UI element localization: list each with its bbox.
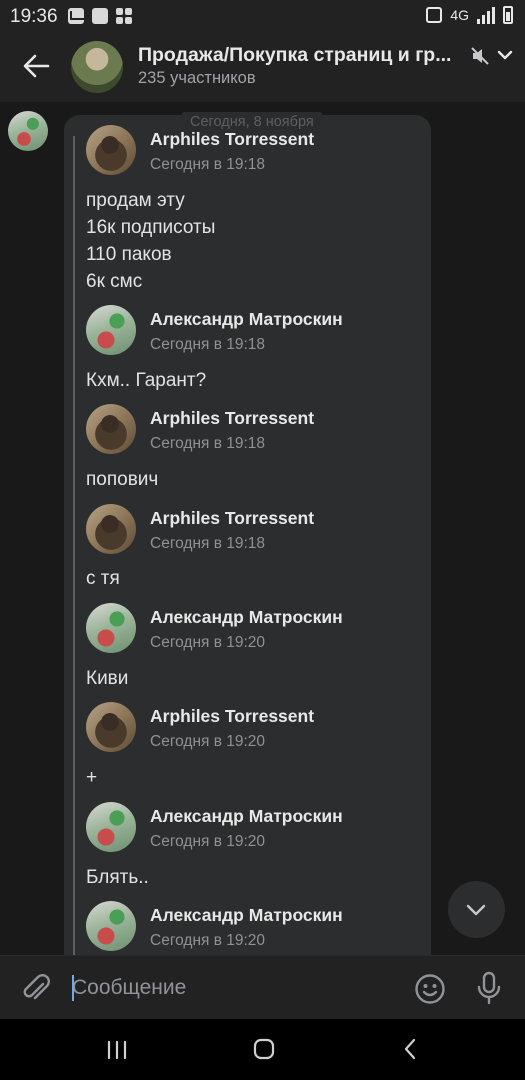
message-time: Сегодня в 19:18 bbox=[150, 156, 266, 173]
message-time: Сегодня в 19:18 bbox=[150, 435, 266, 452]
scroll-down-button[interactable] bbox=[448, 881, 505, 938]
message-feed[interactable]: Сегодня, 8 ноября Arphiles Torressent Се… bbox=[0, 102, 525, 955]
forward-bar bbox=[73, 136, 75, 955]
sender-avatar[interactable] bbox=[8, 111, 48, 151]
author-name[interactable]: Arphiles Torressent bbox=[150, 508, 314, 529]
author-name[interactable]: Arphiles Torressent bbox=[150, 706, 314, 727]
battery-icon bbox=[503, 6, 513, 24]
message-text: 16к подписоты bbox=[86, 217, 216, 238]
vibrate-mute-icon bbox=[426, 7, 443, 23]
forwarded-header: Arphiles Torressent Сегодня в 19:18 bbox=[86, 404, 426, 454]
mail-icon bbox=[68, 8, 84, 24]
microphone-icon[interactable] bbox=[476, 971, 502, 1005]
author-avatar[interactable] bbox=[86, 125, 136, 175]
apps-icon bbox=[116, 8, 132, 24]
author-avatar[interactable] bbox=[86, 404, 136, 454]
emoji-icon[interactable] bbox=[414, 973, 446, 1005]
forwarded-header: Александр Матроскин Сегодня в 19:20 bbox=[86, 802, 426, 852]
message-time: Сегодня в 19:20 bbox=[150, 833, 266, 850]
recent-apps-icon[interactable] bbox=[106, 1040, 128, 1060]
text-caret bbox=[72, 975, 74, 1001]
chat-title[interactable]: Продажа/Покупка страниц и гр... bbox=[138, 44, 451, 67]
author-name[interactable]: Александр Матроскин bbox=[150, 607, 343, 628]
message-time: Сегодня в 19:20 bbox=[150, 733, 266, 750]
author-avatar[interactable] bbox=[86, 802, 136, 852]
forwarded-header: Arphiles Torressent Сегодня в 19:20 bbox=[86, 702, 426, 752]
home-icon[interactable] bbox=[253, 1038, 275, 1060]
check-icon bbox=[92, 8, 108, 24]
message-time: Сегодня в 19:20 bbox=[150, 932, 266, 949]
message-text: попович bbox=[86, 469, 159, 490]
author-name[interactable]: Arphiles Torressent bbox=[150, 129, 314, 150]
forwarded-header: Александр Матроскин Сегодня в 19:20 bbox=[86, 603, 426, 653]
system-icons: 4G bbox=[426, 6, 513, 24]
message-text: Блять.. bbox=[86, 867, 149, 888]
author-avatar[interactable] bbox=[86, 305, 136, 355]
message-text: Киви bbox=[86, 668, 129, 689]
author-avatar[interactable] bbox=[86, 901, 136, 951]
paperclip-icon[interactable] bbox=[22, 974, 50, 1004]
back-arrow-icon[interactable] bbox=[22, 54, 50, 78]
chevron-down-icon bbox=[466, 904, 486, 916]
muted-speaker-icon bbox=[471, 47, 489, 65]
signal-icon bbox=[477, 6, 495, 24]
chat-header: Продажа/Покупка страниц и гр... 235 учас… bbox=[0, 32, 525, 102]
message-time: Сегодня в 19:18 bbox=[150, 336, 266, 353]
author-avatar[interactable] bbox=[86, 603, 136, 653]
forwarded-header: Arphiles Torressent Сегодня в 19:18 bbox=[86, 504, 426, 554]
status-time: 19:36 bbox=[10, 6, 58, 27]
message-composer bbox=[0, 955, 525, 1019]
author-name[interactable]: Александр Матроскин bbox=[150, 806, 343, 827]
chat-member-count: 235 участников bbox=[138, 69, 256, 87]
message-text: + bbox=[86, 767, 98, 788]
chevron-down-icon[interactable] bbox=[496, 46, 514, 64]
author-name[interactable]: Александр Матроскин bbox=[150, 905, 343, 926]
network-type: 4G bbox=[450, 7, 469, 23]
forwarded-header: Arphiles Torressent Сегодня в 19:18 bbox=[86, 125, 426, 175]
forwarded-header: Александр Матроскин Сегодня в 19:18 bbox=[86, 305, 426, 355]
message-text: продам эту bbox=[86, 190, 185, 211]
notification-icons bbox=[68, 8, 132, 24]
message-text: 6к смс bbox=[86, 271, 143, 292]
forwarded-header: Александр Матроскин Сегодня в 19:20 bbox=[86, 901, 426, 951]
author-name[interactable]: Александр Матроскин bbox=[150, 309, 343, 330]
author-avatar[interactable] bbox=[86, 702, 136, 752]
status-bar: 19:36 4G bbox=[0, 0, 525, 32]
message-text: 110 паков bbox=[86, 244, 172, 265]
message-text: с тя bbox=[86, 568, 120, 589]
author-avatar[interactable] bbox=[86, 504, 136, 554]
chat-avatar[interactable] bbox=[71, 41, 123, 93]
message-time: Сегодня в 19:18 bbox=[150, 535, 266, 552]
system-back-icon[interactable] bbox=[402, 1038, 418, 1060]
message-text: Кхм.. Гарант? bbox=[86, 370, 207, 391]
system-navigation-bar bbox=[0, 1019, 525, 1080]
author-name[interactable]: Arphiles Torressent bbox=[150, 408, 314, 429]
message-time: Сегодня в 19:20 bbox=[150, 634, 266, 651]
message-input[interactable] bbox=[72, 968, 392, 1008]
